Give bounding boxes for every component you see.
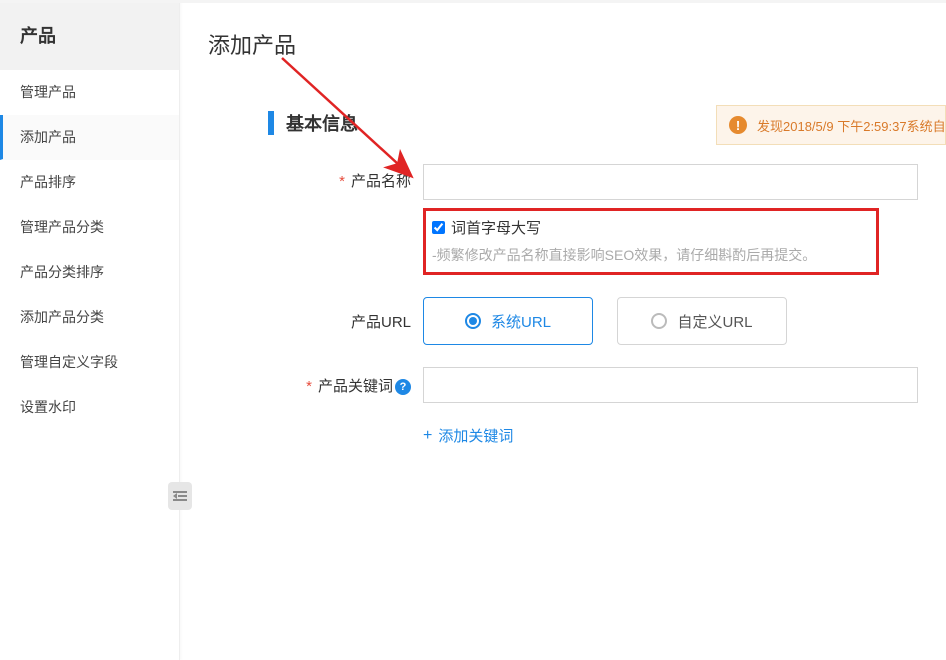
sidebar-title: 产品 (0, 0, 179, 70)
add-keyword-label: 添加关键词 (438, 425, 513, 446)
sidebar-item-manage-category[interactable]: 管理产品分类 (0, 205, 179, 250)
url-option-system[interactable]: 系统URL (423, 297, 593, 345)
section-title: 基本信息 (286, 110, 358, 136)
sidebar-collapse-tab[interactable] (168, 482, 192, 510)
sidebar-item-label: 添加产品 (20, 129, 76, 145)
main-content: 添加产品 ! 发现2018/5/9 下午2:59:37系统自动保存的产品信息，是… (180, 0, 946, 660)
url-option-custom[interactable]: 自定义URL (617, 297, 787, 345)
page-title: 添加产品 (180, 0, 946, 78)
required-star: * (339, 173, 345, 190)
sidebar: 产品 管理产品 添加产品 产品排序 管理产品分类 产品分类排序 添加产品分类 管… (0, 0, 180, 660)
sidebar-item-product-sort[interactable]: 产品排序 (0, 160, 179, 205)
help-icon[interactable]: ? (395, 379, 411, 395)
plus-icon: + (423, 427, 432, 445)
sidebar-item-label: 产品分类排序 (20, 264, 104, 280)
sidebar-items: 管理产品 添加产品 产品排序 管理产品分类 产品分类排序 添加产品分类 管理自定… (0, 70, 179, 430)
sidebar-item-label: 管理自定义字段 (20, 354, 118, 370)
label-product-url: 产品URL (208, 311, 423, 332)
row-product-name: * 产品名称 词首字母大写 -频繁修改产品名称直接影响SEO效果，请仔细斟酌后再提… (208, 164, 918, 275)
radio-label: 系统URL (491, 311, 551, 332)
sidebar-item-manage-products[interactable]: 管理产品 (0, 70, 179, 115)
section-bar (268, 111, 274, 135)
sidebar-item-add-product[interactable]: 添加产品 (0, 115, 179, 160)
row-product-url: 产品URL 系统URL 自定义URL (208, 297, 918, 345)
sidebar-item-label: 设置水印 (20, 399, 76, 415)
sidebar-item-label: 产品排序 (20, 174, 76, 190)
capitalize-label: 词首字母大写 (451, 217, 541, 238)
row-add-keyword: + 添加关键词 (208, 425, 918, 446)
label-keywords: * 产品关键词? (208, 375, 423, 396)
sidebar-item-label: 添加产品分类 (20, 309, 104, 325)
capitalize-checkbox[interactable] (432, 221, 445, 234)
sidebar-item-watermark[interactable]: 设置水印 (0, 385, 179, 430)
radio-dot-icon (651, 313, 667, 329)
field-product-url: 系统URL 自定义URL (423, 297, 918, 345)
label-product-name: * 产品名称 (208, 164, 423, 191)
section-header: 基本信息 (268, 110, 918, 136)
field-keywords (423, 367, 918, 403)
url-radio-group: 系统URL 自定义URL (423, 297, 918, 345)
collapse-icon (173, 490, 187, 502)
product-name-input[interactable] (423, 164, 918, 200)
radio-label: 自定义URL (677, 311, 752, 332)
sidebar-item-add-category[interactable]: 添加产品分类 (0, 295, 179, 340)
sidebar-item-custom-fields[interactable]: 管理自定义字段 (0, 340, 179, 385)
add-keyword-cell: + 添加关键词 (423, 425, 918, 446)
sidebar-item-label: 管理产品 (20, 84, 76, 100)
capitalize-checkbox-wrap[interactable]: 词首字母大写 (432, 217, 816, 238)
label-text: 产品URL (351, 314, 411, 331)
add-keyword-link[interactable]: + 添加关键词 (423, 425, 918, 446)
row-keywords: * 产品关键词? (208, 367, 918, 403)
field-product-name: 词首字母大写 -频繁修改产品名称直接影响SEO效果，请仔细斟酌后再提交。 (423, 164, 918, 275)
label-text: 产品关键词 (318, 378, 393, 395)
required-star: * (306, 378, 312, 395)
spacer (208, 425, 423, 431)
sidebar-item-category-sort[interactable]: 产品分类排序 (0, 250, 179, 295)
annotation-box: 词首字母大写 -频繁修改产品名称直接影响SEO效果，请仔细斟酌后再提交。 (423, 208, 879, 275)
radio-dot-icon (465, 313, 481, 329)
product-name-hint: -频繁修改产品名称直接影响SEO效果，请仔细斟酌后再提交。 (432, 244, 816, 266)
label-text: 产品名称 (351, 173, 411, 190)
keywords-input[interactable] (423, 367, 918, 403)
sidebar-item-label: 管理产品分类 (20, 219, 104, 235)
app-root: 产品 管理产品 添加产品 产品排序 管理产品分类 产品分类排序 添加产品分类 管… (0, 0, 946, 660)
form-area: 基本信息 * 产品名称 词首字母大写 -频繁修改产品名称直接影响SEO效果，请仔细… (180, 110, 946, 446)
